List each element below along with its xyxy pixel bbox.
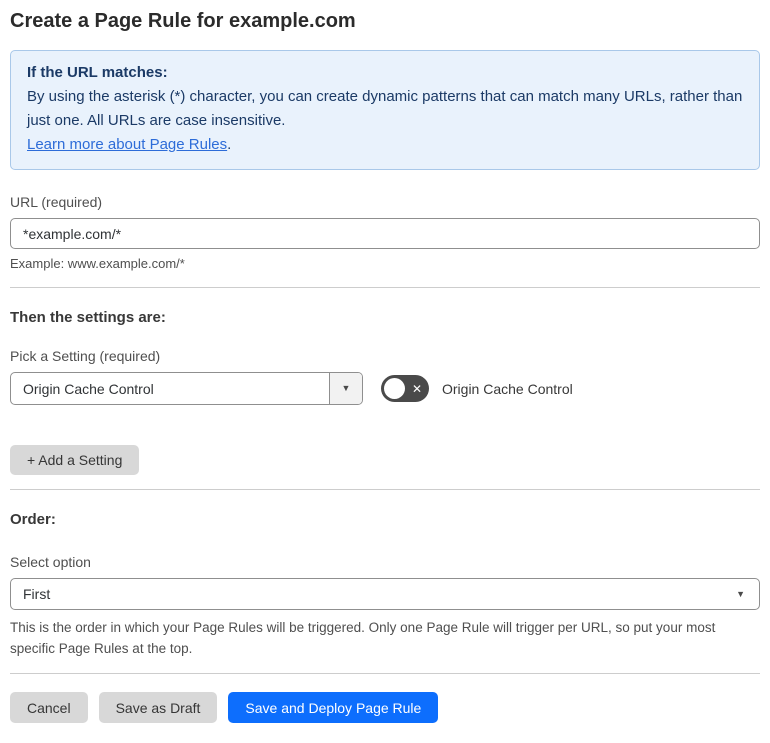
chevron-down-icon: ▼ xyxy=(736,588,745,599)
settings-section-heading: Then the settings are: xyxy=(10,309,166,326)
add-setting-button[interactable]: + Add a Setting xyxy=(10,445,140,475)
order-select-value: First xyxy=(23,586,51,602)
info-box-heading: If the URL matches: xyxy=(27,64,168,81)
footer-button-row: Cancel Save as Draft Save and Deploy Pag… xyxy=(10,692,760,723)
cancel-button[interactable]: Cancel xyxy=(10,692,88,723)
setting-select-value: Origin Cache Control xyxy=(23,380,154,397)
save-as-draft-button[interactable]: Save as Draft xyxy=(98,692,218,723)
save-and-deploy-button[interactable]: Save and Deploy Page Rule xyxy=(228,692,439,723)
divider xyxy=(10,489,760,490)
link-suffix: . xyxy=(227,136,232,153)
toggle-label: Origin Cache Control xyxy=(442,380,573,397)
divider xyxy=(10,287,760,288)
page-title: Create a Page Rule for example.com xyxy=(10,10,356,32)
setting-row: Origin Cache Control ▼ ✕ Origin Cache Co… xyxy=(10,372,760,405)
setting-select-arrow-button[interactable]: ▼ xyxy=(329,373,362,404)
order-select[interactable]: First ▼ xyxy=(10,578,760,610)
order-section-heading: Order: xyxy=(10,511,56,528)
url-example-hint: Example: www.example.com/* xyxy=(10,256,185,271)
chevron-down-icon: ▼ xyxy=(341,383,351,393)
toggle-off-x-icon: ✕ xyxy=(411,381,422,396)
origin-cache-control-toggle-group: ✕ Origin Cache Control xyxy=(381,375,573,402)
toggle-knob xyxy=(384,378,405,399)
order-helper-text: This is the order in which your Page Rul… xyxy=(10,620,716,656)
order-select-label: Select option xyxy=(10,554,91,570)
divider xyxy=(10,673,760,674)
url-match-info-box: If the URL matches: By using the asteris… xyxy=(10,50,760,170)
pick-setting-label: Pick a Setting (required) xyxy=(10,348,161,364)
url-label: URL (required) xyxy=(10,194,103,210)
origin-cache-control-toggle[interactable]: ✕ xyxy=(381,375,429,402)
learn-more-link[interactable]: Learn more about Page Rules xyxy=(27,136,227,153)
info-box-body: By using the asterisk (*) character, you… xyxy=(27,88,743,129)
setting-select[interactable]: Origin Cache Control ▼ xyxy=(10,372,363,405)
url-input[interactable] xyxy=(10,218,760,249)
info-box-link-line: Learn more about Page Rules. xyxy=(27,133,743,157)
